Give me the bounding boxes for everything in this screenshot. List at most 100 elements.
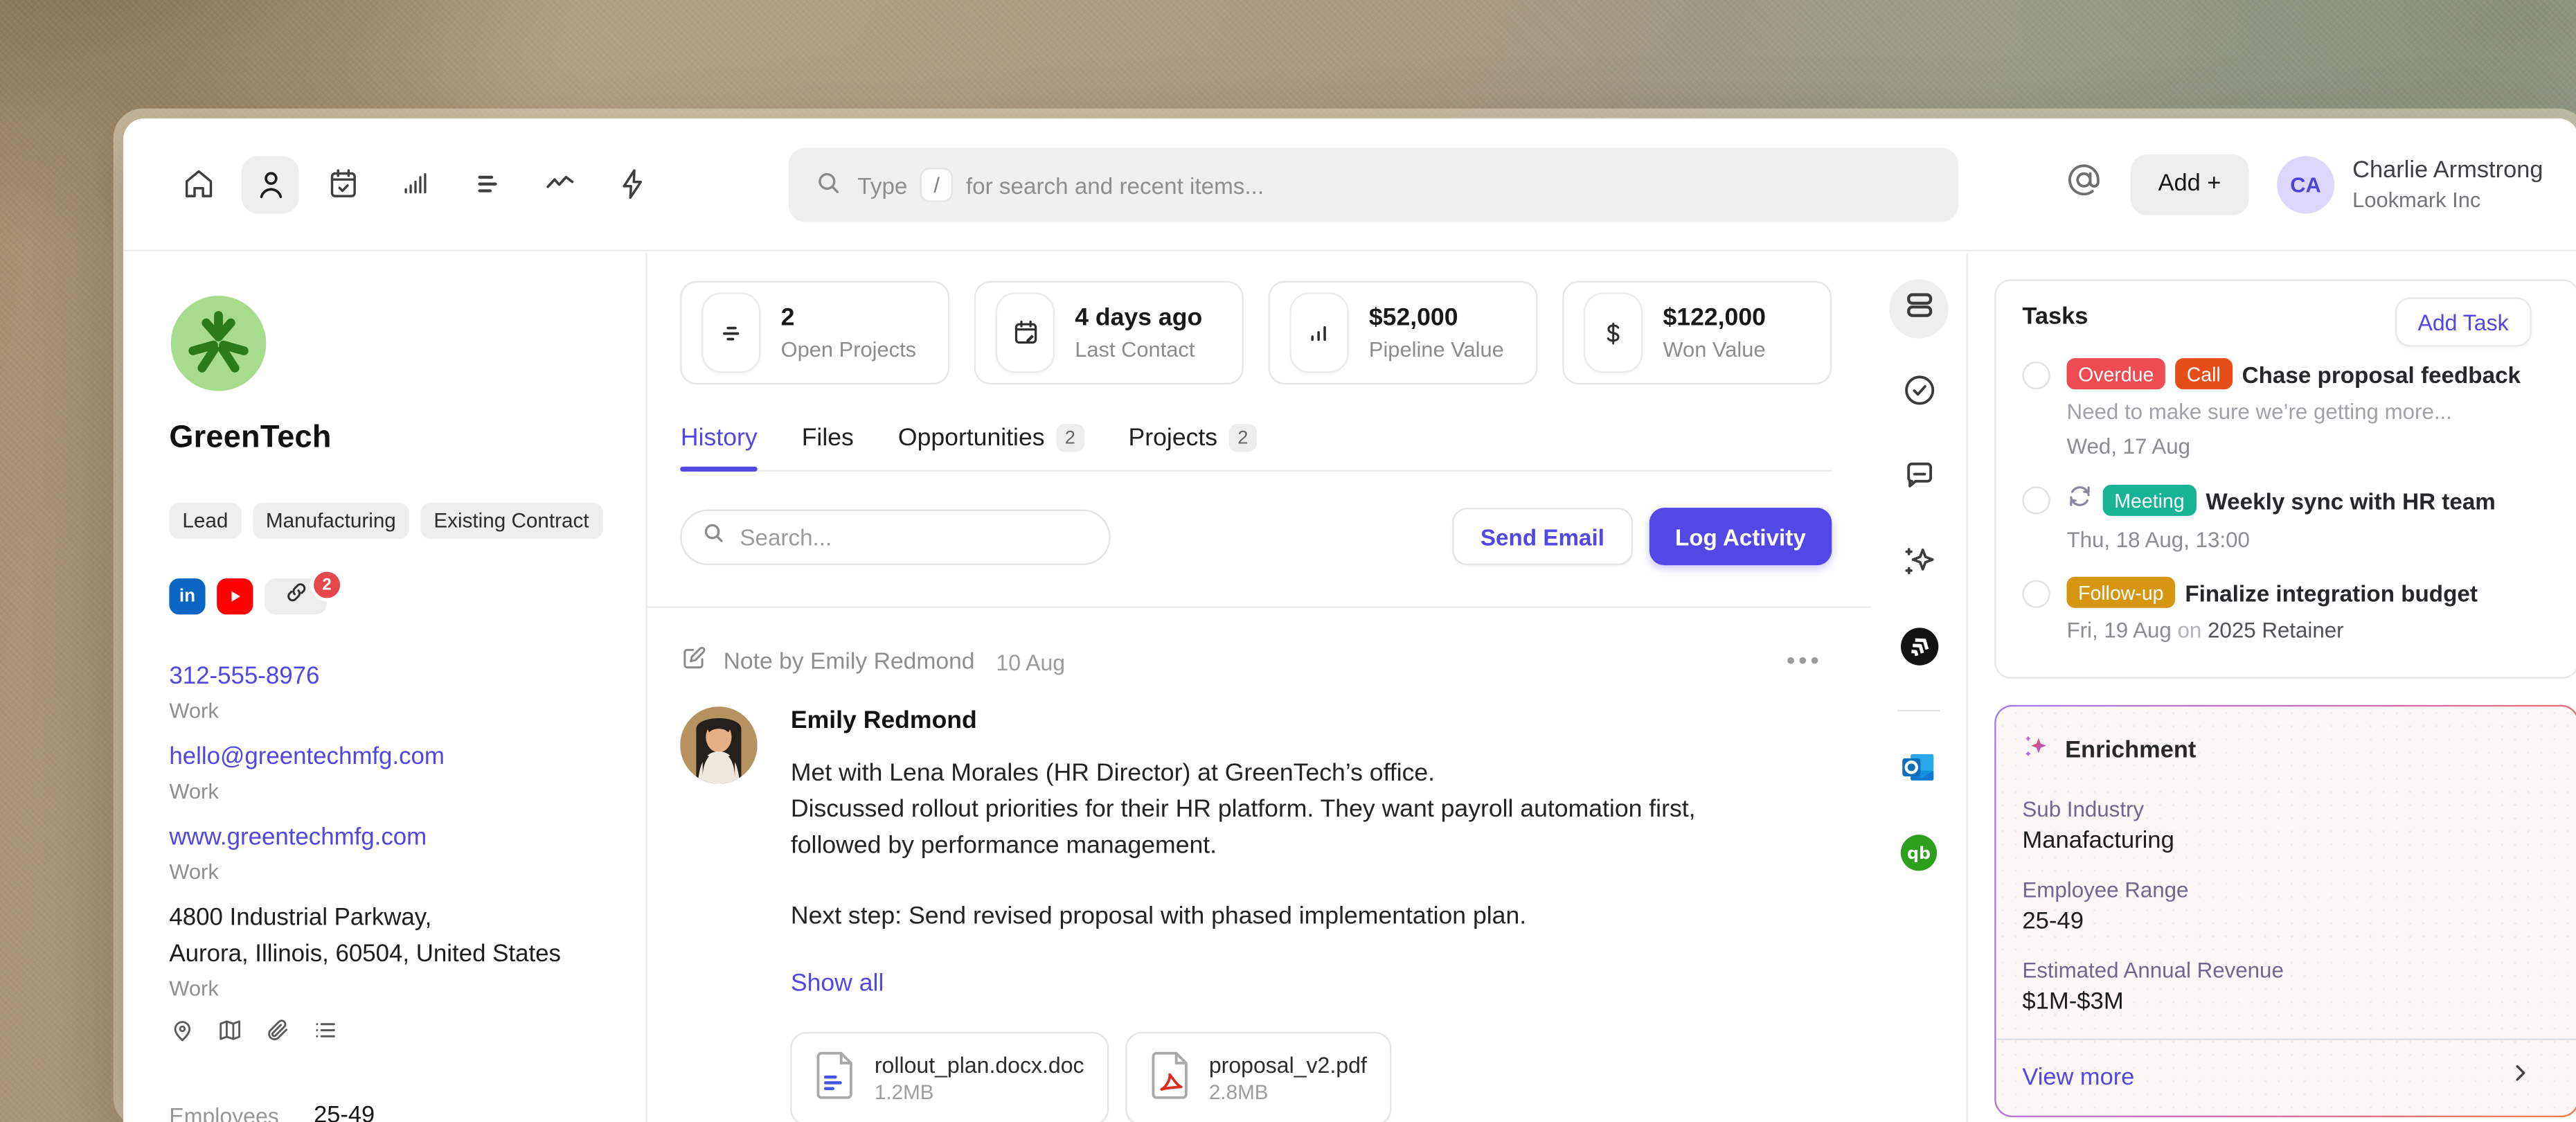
map-icon[interactable] bbox=[217, 1017, 243, 1052]
tab-projects[interactable]: Projects2 bbox=[1129, 424, 1257, 452]
stat-value: $122,000 bbox=[1663, 304, 1765, 332]
strip-feed-button[interactable] bbox=[1890, 621, 1949, 680]
nav-analytics-button[interactable] bbox=[386, 155, 444, 213]
map-pin-icon[interactable] bbox=[169, 1017, 195, 1052]
youtube-icon[interactable] bbox=[217, 578, 253, 614]
primary-nav bbox=[169, 155, 660, 213]
strip-tasks-button[interactable] bbox=[1890, 365, 1949, 424]
send-email-button[interactable]: Send Email bbox=[1453, 508, 1633, 565]
paperclip-icon[interactable] bbox=[265, 1017, 291, 1052]
enrichment-fields: Sub Industry Manafacturing Employee Rang… bbox=[2022, 797, 2551, 1016]
right-panel: Tasks Add Task Overdue Call Chase propos… bbox=[1968, 253, 2576, 1122]
user-avatar[interactable]: CA bbox=[2277, 155, 2334, 213]
note-card: Note by Emily Redmond 10 Aug ••• bbox=[681, 644, 1832, 1122]
stat-value: $52,000 bbox=[1369, 304, 1504, 332]
address-label: Work bbox=[169, 977, 603, 1001]
task-row[interactable]: Overdue Call Chase proposal feedback Nee… bbox=[2022, 358, 2551, 458]
employees-row: Employees 25-49 bbox=[169, 1103, 603, 1122]
nav-activity-button[interactable] bbox=[530, 155, 588, 213]
strip-outlook-button[interactable] bbox=[1890, 741, 1949, 800]
note-paragraph-1: Met with Lena Morales (HR Director) at G… bbox=[791, 756, 1763, 792]
stat-last-contact[interactable]: 4 days ago Last Contact bbox=[975, 281, 1244, 384]
tag-manufacturing[interactable]: Manufacturing bbox=[253, 503, 409, 539]
nav-automations-button[interactable] bbox=[603, 155, 661, 213]
stat-label: Pipeline Value bbox=[1369, 337, 1504, 362]
user-name: Charlie Armstrong bbox=[2352, 157, 2543, 186]
user-menu[interactable]: CA Charlie Armstrong Lookmark Inc bbox=[2277, 155, 2543, 213]
note-paragraph-3: Next step: Send revised proposal with ph… bbox=[791, 899, 1763, 935]
search-icon bbox=[815, 168, 843, 201]
history-search-input[interactable] bbox=[740, 524, 1068, 550]
person-icon bbox=[252, 166, 288, 202]
field-value: 25-49 bbox=[2022, 909, 2551, 935]
top-bar: Type / for search and recent items... Ad… bbox=[123, 118, 2576, 251]
task-checkbox[interactable] bbox=[2022, 486, 2050, 514]
attribute-rows: Employees 25-49 Billing Cycle Quarterly bbox=[169, 1103, 603, 1122]
attachments-row: rollout_plan.docx.doc 1.2MB proposal_v2.… bbox=[791, 1032, 1763, 1122]
field-value: $1M-$3M bbox=[2022, 989, 2551, 1015]
user-info: Charlie Armstrong Lookmark Inc bbox=[2352, 157, 2543, 211]
stat-open-projects[interactable]: 2 Open Projects bbox=[681, 281, 950, 384]
phone-link[interactable]: 312-555-8976 bbox=[169, 659, 603, 695]
file-attachment-doc[interactable]: rollout_plan.docx.doc 1.2MB bbox=[791, 1032, 1109, 1122]
tab-history[interactable]: History bbox=[681, 424, 758, 452]
task-row[interactable]: Meeting Weekly sync with HR team Thu, 18… bbox=[2022, 483, 2551, 552]
stat-pipeline-value[interactable]: $52,000 Pipeline Value bbox=[1269, 281, 1538, 384]
history-search[interactable] bbox=[681, 508, 1111, 564]
email-link[interactable]: hello@greentechmfg.com bbox=[169, 740, 603, 776]
task-checkbox[interactable] bbox=[2022, 580, 2050, 607]
user-company: Lookmark Inc bbox=[2352, 186, 2543, 211]
strip-cards-button[interactable] bbox=[1890, 279, 1949, 338]
add-task-button[interactable]: Add Task bbox=[2395, 297, 2532, 346]
nav-contacts-button[interactable] bbox=[242, 155, 299, 213]
search-icon bbox=[702, 520, 727, 553]
enrichment-sparkle-icon bbox=[2022, 733, 2050, 769]
show-all-link[interactable]: Show all bbox=[791, 970, 1763, 997]
check-circle-icon bbox=[1900, 371, 1938, 417]
task-checkbox[interactable] bbox=[2022, 362, 2050, 389]
feed-logo-icon bbox=[1899, 626, 1940, 675]
type-badge: Follow-up bbox=[2066, 577, 2175, 608]
strip-comments-button[interactable] bbox=[1890, 450, 1949, 509]
email-label: Work bbox=[169, 779, 603, 804]
task-date: Wed, 17 Aug bbox=[2066, 434, 2521, 458]
address-line-2: Aurora, Illinois, 60504, United States bbox=[169, 937, 603, 973]
tab-opportunities[interactable]: Opportunities2 bbox=[898, 424, 1084, 452]
log-activity-button[interactable]: Log Activity bbox=[1649, 508, 1832, 565]
trend-icon bbox=[542, 166, 578, 202]
strip-quickbooks-button[interactable]: qb bbox=[1890, 826, 1949, 885]
profile-sidebar: GreenTech Lead Manufacturing Existing Co… bbox=[123, 253, 648, 1122]
note-author: Emily Redmond bbox=[791, 706, 1763, 734]
slash-keycap: / bbox=[922, 169, 951, 200]
tag-lead[interactable]: Lead bbox=[169, 503, 241, 539]
file-attachment-pdf[interactable]: proposal_v2.pdf 2.8MB bbox=[1125, 1032, 1392, 1122]
nav-lists-button[interactable] bbox=[458, 155, 516, 213]
home-icon bbox=[180, 166, 216, 202]
tag-existing-contract[interactable]: Existing Contract bbox=[420, 503, 602, 539]
global-search-bar[interactable]: Type / for search and recent items... bbox=[789, 148, 1958, 222]
tab-files[interactable]: Files bbox=[802, 424, 854, 452]
task-row[interactable]: Follow-up Finalize integration budget Fr… bbox=[2022, 577, 2551, 643]
list-icon[interactable] bbox=[312, 1017, 339, 1052]
add-button[interactable]: Add + bbox=[2130, 154, 2249, 215]
view-more-link[interactable]: View more bbox=[2022, 1064, 2134, 1090]
employees-value[interactable]: 25-49 bbox=[314, 1103, 375, 1122]
nav-calendar-button[interactable] bbox=[314, 155, 371, 213]
strip-ai-button[interactable] bbox=[1890, 535, 1949, 594]
website-link[interactable]: www.greentechmfg.com bbox=[169, 820, 603, 856]
file-name: rollout_plan.docx.doc bbox=[875, 1053, 1084, 1078]
mentions-icon[interactable] bbox=[2064, 161, 2102, 206]
phone-label: Work bbox=[169, 698, 603, 723]
file-size: 2.8MB bbox=[1209, 1081, 1367, 1104]
links-chip[interactable]: 2 bbox=[265, 578, 327, 614]
date-context-link[interactable]: 2025 Retainer bbox=[2208, 618, 2344, 643]
recurring-icon bbox=[2066, 483, 2093, 517]
cards-icon bbox=[1900, 286, 1938, 332]
chevron-right-icon bbox=[2509, 1062, 2532, 1093]
stat-won-value[interactable]: $122,000 Won Value bbox=[1563, 281, 1832, 384]
search-placeholder-prefix: Type bbox=[857, 172, 907, 198]
search-placeholder-suffix: for search and recent items... bbox=[966, 172, 1264, 198]
stat-label: Last Contact bbox=[1075, 337, 1202, 362]
nav-home-button[interactable] bbox=[169, 155, 226, 213]
linkedin-icon[interactable]: in bbox=[169, 578, 205, 614]
